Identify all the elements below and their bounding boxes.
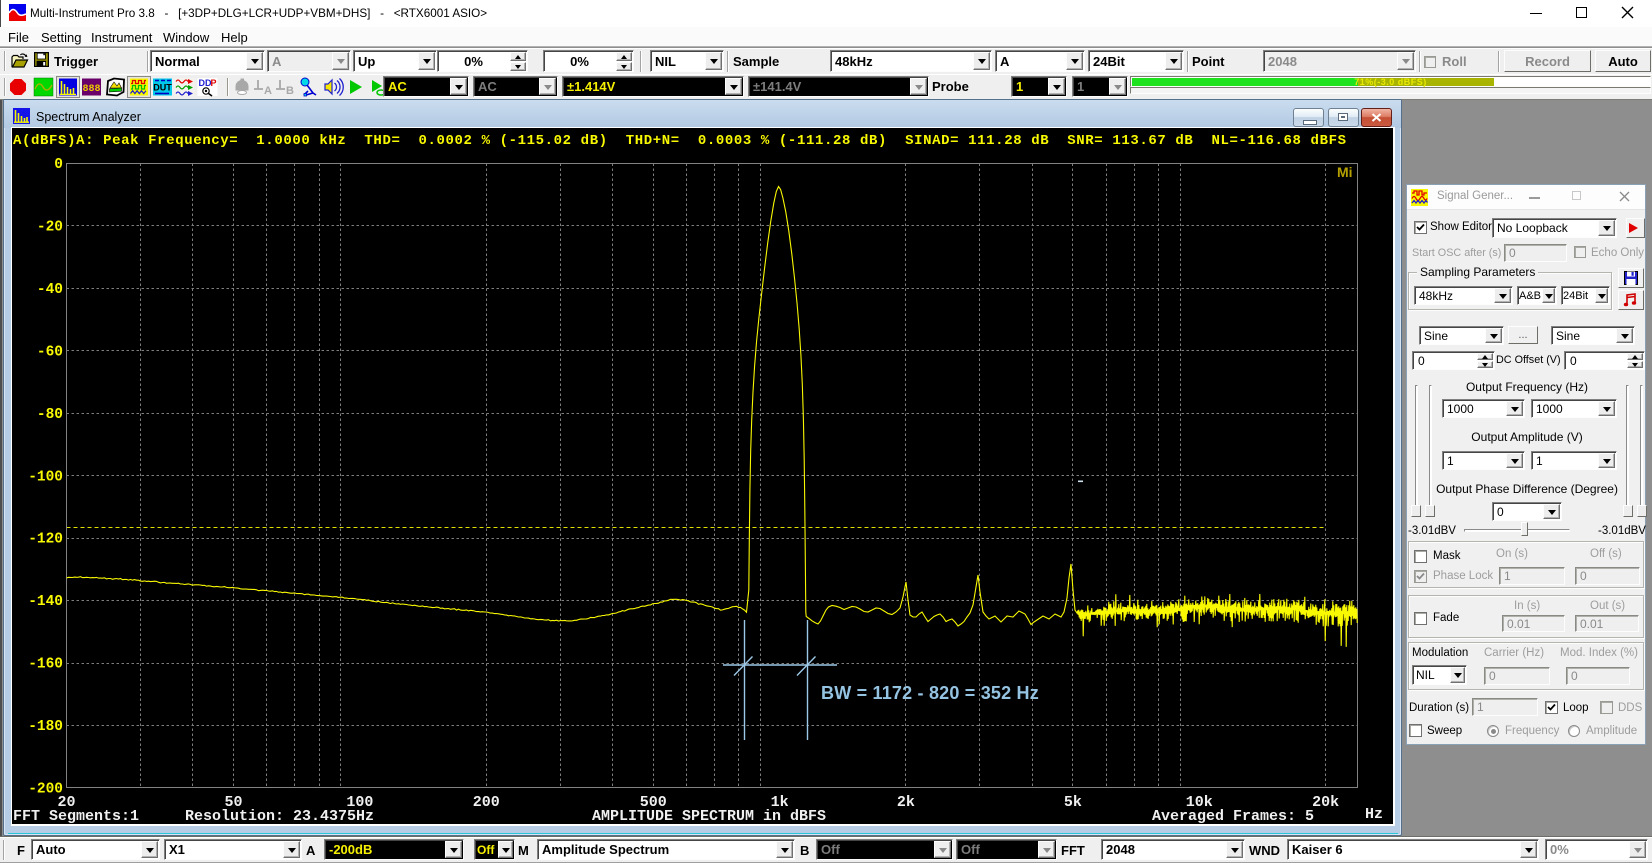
svg-text:-180: -180: [28, 719, 63, 735]
svg-text:2k: 2k: [897, 794, 915, 811]
svg-text:5k: 5k: [1064, 794, 1082, 811]
svg-text:-20: -20: [37, 219, 63, 235]
svg-text:AMPLITUDE SPECTRUM in dBFS: AMPLITUDE SPECTRUM in dBFS: [592, 808, 826, 824]
svg-text:-80: -80: [37, 407, 63, 423]
svg-text:A: A: [264, 85, 272, 97]
svg-text:20k: 20k: [1312, 794, 1339, 811]
svg-text:-160: -160: [28, 657, 63, 673]
svg-text:Averaged Frames: 5: Averaged Frames: 5: [1152, 808, 1314, 824]
svg-text:FFT Segments:1: FFT Segments:1: [13, 808, 139, 824]
svg-text:200: 200: [473, 794, 500, 811]
svg-text:Resolution: 23.4375Hz: Resolution: 23.4375Hz: [185, 808, 374, 824]
svg-text:0: 0: [54, 157, 63, 173]
svg-text:BW = 1172 - 820 = 352 Hz: BW = 1172 - 820 = 352 Hz: [821, 683, 1039, 703]
svg-text:-60: -60: [37, 344, 63, 360]
svg-text:B: B: [286, 85, 294, 97]
svg-text:P: P: [211, 78, 217, 88]
svg-text:DUT: DUT: [153, 83, 172, 93]
svg-text:-40: -40: [37, 282, 63, 298]
svg-text:Mi: Mi: [1337, 164, 1353, 180]
svg-text:-120: -120: [28, 532, 63, 548]
svg-text:Hz: Hz: [1365, 806, 1383, 823]
svg-text:888: 888: [82, 84, 100, 95]
svg-text:-140: -140: [28, 594, 63, 610]
svg-text:-100: -100: [28, 469, 63, 485]
svg-text:A(dBFS)A: Peak Frequency= 1.0: A(dBFS)A: Peak Frequency= 1.0000 kHz THD…: [13, 133, 1346, 149]
